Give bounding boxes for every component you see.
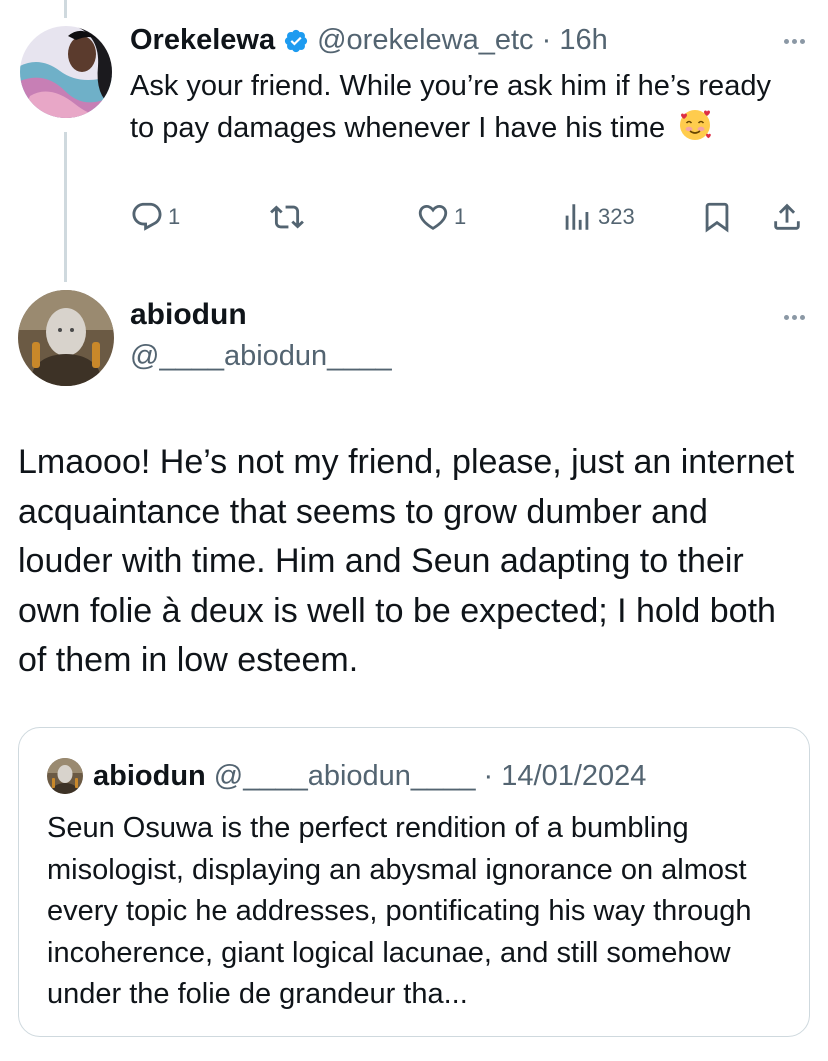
quote-text: Seun Osuwa is the perfect rendition of a… (47, 812, 752, 1010)
bookmark-button[interactable] (700, 200, 734, 234)
heart-icon (418, 204, 448, 230)
bookmark-icon (705, 202, 729, 233)
like-button[interactable]: 1 (416, 200, 466, 234)
retweet-icon (270, 205, 304, 229)
quote-avatar (47, 758, 83, 794)
retweet-button[interactable] (270, 200, 308, 234)
reply-button[interactable]: 1 (130, 200, 180, 234)
quote-date: 14/01/2024 (501, 759, 647, 792)
meta-separator: · (541, 24, 552, 56)
analytics-icon (565, 204, 589, 230)
quote-display-name: abiodun (93, 759, 206, 792)
meta-separator: · (483, 759, 494, 792)
reply-action-bar: 1 1 323 (130, 200, 810, 240)
quote-handle: @____abiodun____ (213, 759, 476, 792)
reply-icon (132, 202, 162, 231)
like-count: 1 (454, 204, 467, 229)
views-count: 323 (598, 204, 635, 229)
reply-time[interactable]: 16h (559, 24, 607, 56)
reply-text-block: Ask your friend. While you’re ask him if… (130, 66, 780, 149)
reply-display-name[interactable]: Orekelewa (130, 24, 275, 57)
smiling-face-with-hearts-icon (677, 107, 713, 143)
avatar-orekelewa[interactable] (20, 26, 112, 118)
reply-header: Orekelewa @orekelewa_etc · 16h (130, 24, 608, 57)
reply-text: Ask your friend. While you’re ask him if… (130, 70, 771, 144)
quoted-tweet-card[interactable]: abiodun @____abiodun____ · 14/01/2024 Se… (18, 727, 810, 1037)
tweet-handle[interactable]: @____abiodun____ (130, 340, 392, 373)
quote-header: abiodun @____abiodun____ · 14/01/2024 (47, 758, 646, 794)
verified-badge-icon (283, 28, 309, 54)
more-options-icon[interactable] (782, 30, 806, 53)
tweet-display-name[interactable]: abiodun (130, 298, 247, 332)
share-icon (774, 203, 800, 230)
share-button[interactable] (770, 200, 804, 234)
thread-connector-top (64, 0, 67, 18)
thread-connector (64, 132, 67, 282)
avatar-abiodun[interactable] (18, 290, 114, 386)
more-options-icon[interactable] (782, 306, 806, 329)
reply-count: 1 (168, 204, 181, 229)
tweet-text: Lmaooo! He’s not my friend, please, just… (18, 443, 795, 679)
reply-handle[interactable]: @orekelewa_etc (317, 24, 533, 56)
views-button[interactable]: 323 (560, 200, 635, 234)
